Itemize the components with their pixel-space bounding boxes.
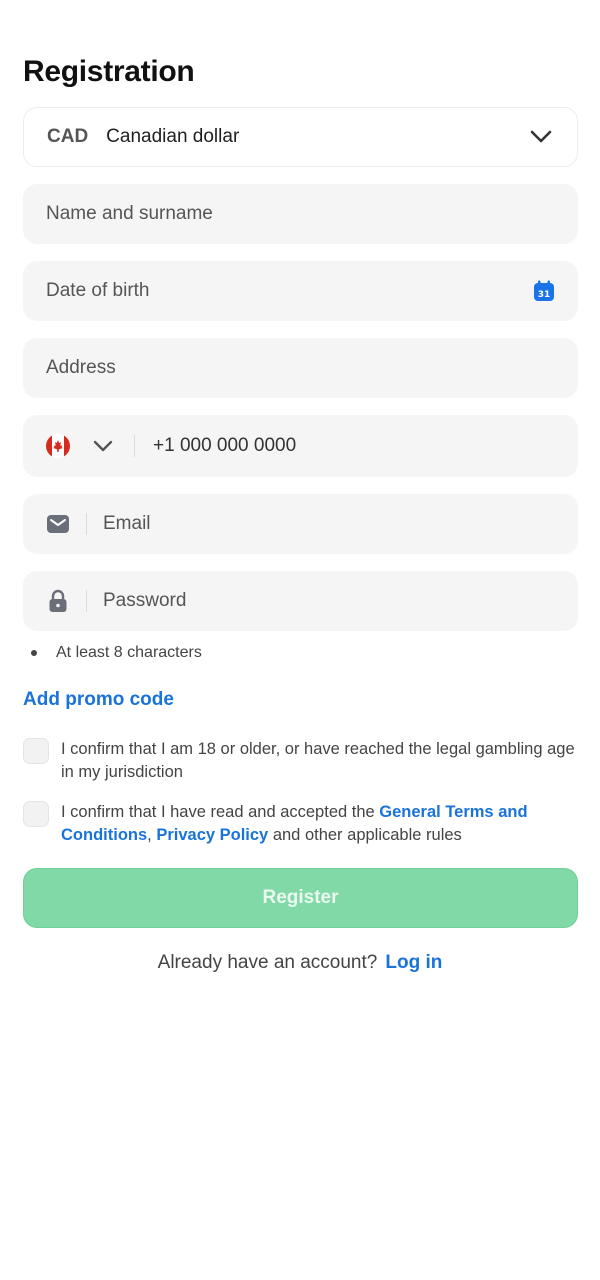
register-button[interactable]: Register [23, 868, 578, 928]
email-field[interactable]: Email [23, 494, 578, 554]
dob-placeholder: Date of birth [46, 280, 150, 301]
currency-code: CAD [47, 126, 89, 147]
bullet-icon [31, 650, 37, 656]
lock-icon [46, 589, 70, 613]
terms-consent-row: I confirm that I have read and accepted … [23, 801, 583, 846]
email-placeholder: Email [103, 513, 151, 534]
password-divider [86, 590, 87, 612]
terms-separator: , [147, 825, 157, 844]
phone-divider [134, 435, 135, 457]
login-prompt-text: Already have an account? [157, 952, 378, 973]
name-placeholder: Name and surname [46, 203, 213, 224]
privacy-policy-link[interactable]: Privacy Policy [156, 826, 268, 844]
address-placeholder: Address [46, 357, 116, 378]
canada-flag-icon[interactable] [46, 434, 70, 458]
address-field[interactable]: Address [23, 338, 578, 398]
login-link[interactable]: Log in [385, 952, 442, 973]
add-promo-code-link[interactable]: Add promo code [23, 689, 174, 711]
country-chevron-down-icon[interactable] [90, 433, 116, 459]
terms-suffix: and other applicable rules [268, 825, 462, 844]
password-rule: At least 8 characters [31, 644, 202, 662]
login-prompt-row: Already have an account? Log in [0, 952, 600, 974]
password-field[interactable]: Password [23, 571, 578, 631]
page-title: Registration [23, 55, 195, 88]
currency-select[interactable]: CAD Canadian dollar [23, 107, 578, 167]
password-placeholder: Password [103, 590, 187, 611]
currency-name: Canadian dollar [106, 126, 240, 147]
password-rule-text: At least 8 characters [56, 644, 202, 661]
terms-consent-checkbox[interactable] [23, 801, 49, 827]
terms-prefix: I confirm that I have read and accepted … [61, 803, 380, 821]
phone-input[interactable]: +1 000 000 0000 [153, 435, 296, 457]
phone-field[interactable]: +1 000 000 0000 [23, 415, 578, 477]
calendar-icon-day: 31 [538, 290, 551, 300]
terms-consent-text: I confirm that I have read and accepted … [61, 801, 583, 846]
envelope-icon [46, 512, 70, 536]
name-field[interactable]: Name and surname [23, 184, 578, 244]
date-of-birth-field[interactable]: Date of birth 31 [23, 261, 578, 321]
chevron-down-icon [528, 124, 554, 150]
age-consent-text: I confirm that I am 18 or older, or have… [61, 740, 575, 781]
age-consent-row: I confirm that I am 18 or older, or have… [23, 738, 583, 783]
email-divider [86, 513, 87, 535]
age-consent-checkbox[interactable] [23, 738, 49, 764]
calendar-icon[interactable]: 31 [533, 280, 555, 302]
